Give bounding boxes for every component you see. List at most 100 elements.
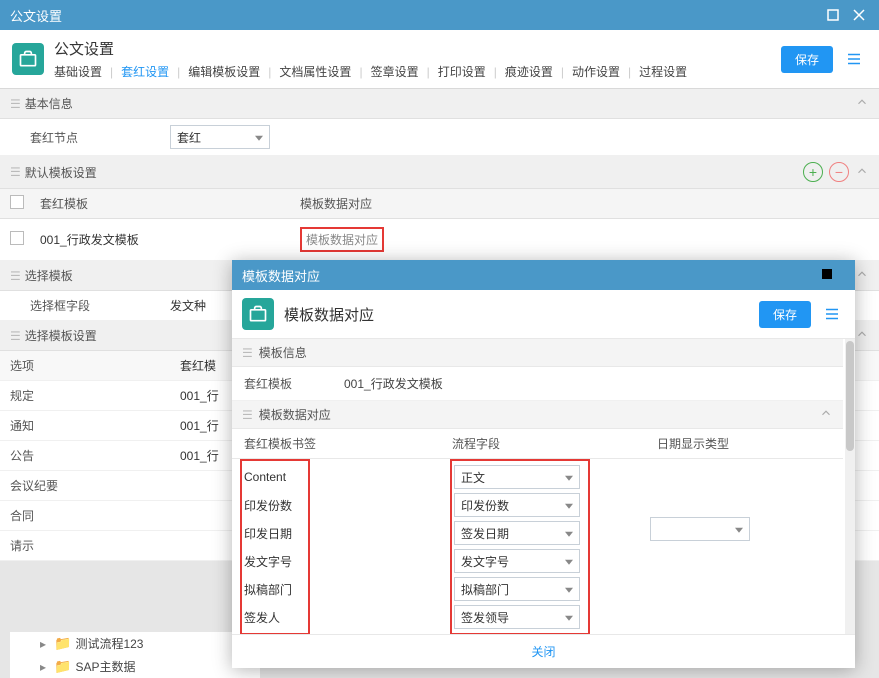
dialog-title: 模板数据对应 bbox=[242, 266, 821, 285]
section-basic-info: ☰ 基本信息 bbox=[0, 89, 879, 119]
tab-basic[interactable]: 基础设置 bbox=[54, 63, 102, 80]
mapping-link[interactable]: 模板数据对应 bbox=[306, 233, 378, 247]
dialog-section-mapping: ☰ 模板数据对应 bbox=[232, 401, 843, 429]
tab-taohong[interactable]: 套红设置 bbox=[121, 63, 169, 80]
drag-handle-icon: ☰ bbox=[242, 346, 253, 360]
briefcase-icon bbox=[242, 298, 274, 330]
bookmark-cell: 拟稿部门 bbox=[244, 575, 304, 603]
option-cell: 请示 bbox=[10, 537, 180, 554]
page-title: 公文设置 bbox=[54, 38, 781, 59]
col-template: 套红模板 bbox=[40, 195, 300, 212]
main-window-title: 公文设置 bbox=[10, 6, 817, 25]
tab-process[interactable]: 过程设置 bbox=[639, 63, 687, 80]
tree-item[interactable]: ▸📁测试流程123 bbox=[10, 632, 260, 655]
field-select[interactable]: 签发日期 bbox=[454, 521, 580, 545]
list-view-icon[interactable] bbox=[841, 46, 867, 72]
bookmark-cell: 签发人 bbox=[244, 603, 304, 631]
tpl-cell: 001_行 bbox=[180, 417, 219, 434]
dialog-close-button[interactable] bbox=[833, 268, 845, 283]
option-cell: 合同 bbox=[10, 507, 180, 524]
option-cell: 规定 bbox=[10, 387, 180, 404]
drag-handle-icon: ☰ bbox=[242, 408, 253, 422]
bookmark-cell: Content bbox=[244, 463, 304, 491]
tree-panel: ▸📁测试流程123 ▸📁SAP主数据 bbox=[10, 632, 260, 678]
section-title: 基本信息 bbox=[25, 95, 855, 112]
col-mapping: 模板数据对应 bbox=[300, 195, 869, 212]
dialog-titlebar: 模板数据对应 bbox=[232, 260, 855, 290]
taohong-node-select[interactable]: 套红 bbox=[170, 125, 270, 149]
dialog-template-row: 套红模板 001_行政发文模板 bbox=[232, 367, 843, 401]
tab-edit-template[interactable]: 编辑模板设置 bbox=[188, 63, 260, 80]
collapse-icon[interactable] bbox=[819, 406, 833, 423]
bookmark-cell: 印发日期 bbox=[244, 519, 304, 547]
field-select[interactable]: 签发领导 bbox=[454, 605, 580, 629]
dialog-footer: 关闭 bbox=[232, 634, 855, 668]
tab-doc-props[interactable]: 文档属性设置 bbox=[279, 63, 351, 80]
tpl-cell: 001_行 bbox=[180, 387, 219, 404]
dialog-header-title: 模板数据对应 bbox=[284, 304, 759, 325]
option-cell: 会议纪要 bbox=[10, 477, 180, 494]
tab-action[interactable]: 动作设置 bbox=[572, 63, 620, 80]
bookmark-cell: 发文字号 bbox=[244, 547, 304, 575]
option-cell: 公告 bbox=[10, 447, 180, 464]
tree-item[interactable]: ▸📁SAP主数据 bbox=[10, 655, 260, 678]
taohong-node-row: 套红节点 套红 bbox=[0, 119, 879, 156]
scrollbar[interactable] bbox=[845, 339, 855, 634]
select-field-value: 发文种 bbox=[170, 297, 206, 314]
main-close-button[interactable] bbox=[849, 5, 869, 25]
remove-button[interactable]: − bbox=[829, 162, 849, 182]
collapse-icon[interactable] bbox=[855, 267, 869, 284]
col-field: 流程字段 bbox=[452, 435, 657, 452]
tab-print[interactable]: 打印设置 bbox=[438, 63, 486, 80]
scrollbar-thumb[interactable] bbox=[846, 341, 854, 451]
drag-handle-icon: ☰ bbox=[10, 329, 19, 343]
dialog-columns: 套红模板书签 流程字段 日期显示类型 bbox=[232, 429, 843, 459]
col-bookmark: 套红模板书签 bbox=[244, 435, 452, 452]
select-field-label: 选择框字段 bbox=[10, 297, 170, 314]
tab-bar: 基础设置| 套红设置| 编辑模板设置| 文档属性设置| 签章设置| 打印设置| … bbox=[54, 63, 781, 80]
default-tpl-table-head: 套红模板 模板数据对应 bbox=[0, 189, 879, 219]
date-type-select[interactable] bbox=[650, 517, 750, 541]
dialog-header: 模板数据对应 保存 bbox=[232, 290, 855, 339]
collapse-icon[interactable] bbox=[855, 164, 869, 181]
drag-handle-icon: ☰ bbox=[10, 97, 19, 111]
field-select[interactable]: 印发份数 bbox=[454, 493, 580, 517]
section-title: 默认模板设置 bbox=[25, 164, 803, 181]
list-view-icon[interactable] bbox=[819, 301, 845, 327]
dialog-section-info: ☰ 模板信息 bbox=[232, 339, 843, 367]
dialog-close-link[interactable]: 关闭 bbox=[531, 645, 555, 659]
main-header: 公文设置 基础设置| 套红设置| 编辑模板设置| 文档属性设置| 签章设置| 打… bbox=[0, 30, 879, 89]
col-option: 选项 bbox=[10, 357, 180, 374]
collapse-icon[interactable] bbox=[855, 327, 869, 344]
main-maximize-button[interactable] bbox=[823, 5, 843, 25]
tab-stamp[interactable]: 签章设置 bbox=[371, 63, 419, 80]
col-date: 日期显示类型 bbox=[657, 435, 831, 452]
field-select[interactable]: 拟稿部门 bbox=[454, 577, 580, 601]
dialog-tpl-label: 套红模板 bbox=[244, 375, 344, 392]
section-default-template: ☰ 默认模板设置 + − bbox=[0, 156, 879, 189]
field-select[interactable]: 正文 bbox=[454, 465, 580, 489]
select-all-checkbox[interactable] bbox=[10, 195, 24, 209]
tab-trace[interactable]: 痕迹设置 bbox=[505, 63, 553, 80]
dialog-save-button[interactable]: 保存 bbox=[759, 301, 811, 328]
dialog-maximize-button[interactable] bbox=[821, 268, 833, 283]
briefcase-icon bbox=[12, 43, 44, 75]
field-select[interactable]: 发文字号 bbox=[454, 549, 580, 573]
option-cell: 通知 bbox=[10, 417, 180, 434]
collapse-icon[interactable] bbox=[855, 95, 869, 112]
drag-handle-icon: ☰ bbox=[10, 165, 19, 179]
template-row: 001_行政发文模板 模板数据对应 bbox=[0, 219, 879, 261]
add-button[interactable]: + bbox=[803, 162, 823, 182]
row-checkbox[interactable] bbox=[10, 231, 24, 245]
folder-icon: 📁 bbox=[54, 635, 71, 652]
col-tpl: 套红模 bbox=[180, 357, 216, 374]
tpl-cell: 001_行 bbox=[180, 447, 219, 464]
folder-icon: 📁 bbox=[54, 658, 71, 675]
template-name: 001_行政发文模板 bbox=[40, 231, 300, 248]
main-titlebar: 公文设置 bbox=[0, 0, 879, 30]
bookmark-cell: 印发份数 bbox=[244, 491, 304, 519]
main-save-button[interactable]: 保存 bbox=[781, 46, 833, 73]
dialog-tpl-value: 001_行政发文模板 bbox=[344, 375, 831, 392]
drag-handle-icon: ☰ bbox=[10, 269, 19, 283]
taohong-node-label: 套红节点 bbox=[10, 129, 170, 146]
